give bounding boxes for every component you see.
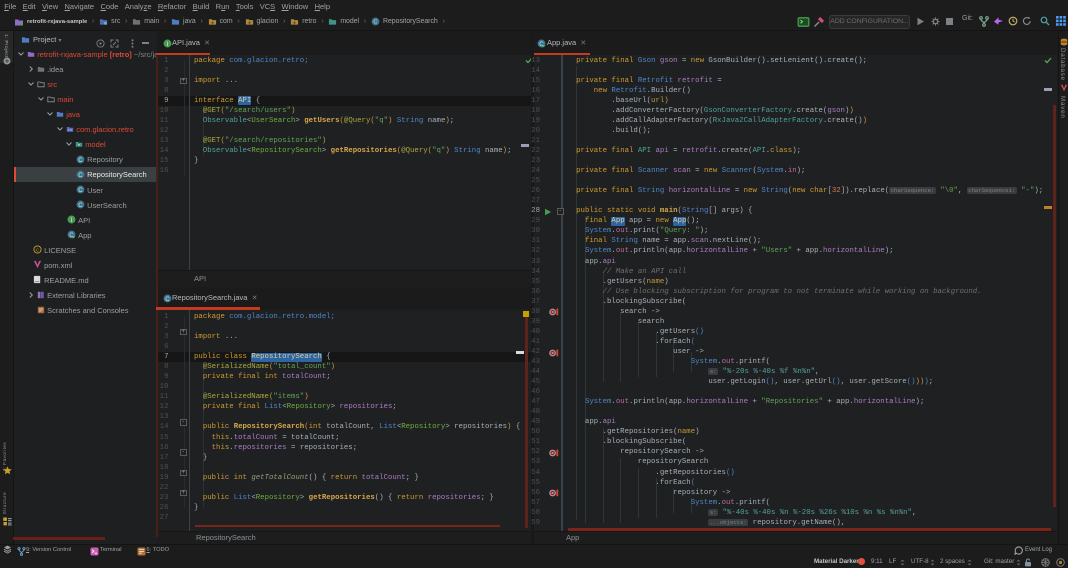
svg-text:C: C — [78, 172, 83, 179]
svg-text:C: C — [373, 20, 377, 26]
svg-text:c: c — [36, 248, 39, 254]
svg-text:C: C — [78, 187, 83, 194]
svg-text:I: I — [167, 40, 169, 47]
svg-text:C: C — [78, 157, 83, 164]
svg-text:I: I — [71, 217, 73, 224]
svg-text:C: C — [78, 202, 83, 209]
svg-text:C: C — [165, 295, 170, 302]
